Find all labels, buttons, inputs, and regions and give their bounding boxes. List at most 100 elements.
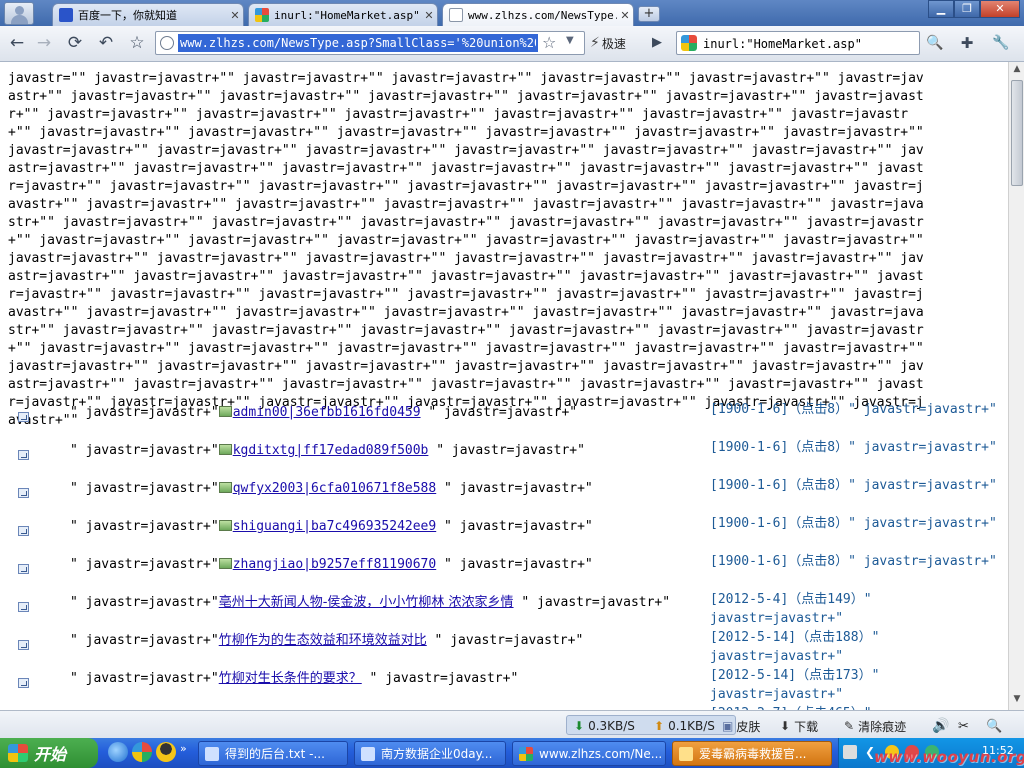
row-date: [2012-5-4]（点击149）" javastr=javastr+" (710, 592, 872, 626)
tab-baidu[interactable]: 百度一下，你就知道 ✕ (52, 3, 244, 26)
skin-button[interactable]: ▣ 皮肤 (722, 717, 760, 735)
tools-icon[interactable]: 🔧 (990, 32, 1012, 54)
back-button[interactable]: ← (6, 32, 28, 54)
address-input[interactable] (178, 34, 538, 52)
javastr-code-block: javastr="" javastr=javastr+"" javastr=ja… (8, 71, 932, 428)
task-browser[interactable]: www.zlhzs.com/Ne... (512, 741, 666, 766)
row-text: " javastr=javastr+"竹柳对生长条件的要求？ " javastr… (70, 670, 690, 688)
download-icon: ⬇ (780, 719, 791, 733)
start-button[interactable]: 开始 (0, 738, 98, 768)
row-date: [2012-5-14]（点击188）" javastr=javastr+" (710, 630, 880, 664)
task-label: 南方数据企业0day... (381, 747, 493, 761)
scroll-up-icon[interactable]: ▲ (1011, 64, 1023, 76)
row-date: [1900-1-6]（点击8）" javastr=javastr+" (710, 402, 997, 417)
image-icon (218, 520, 232, 531)
broom-icon: ✎ (844, 719, 855, 733)
row-text: " javastr=javastr+"亳州十大新闻人物-侯金波，小小竹柳林 浓浓… (70, 594, 690, 612)
play-button[interactable]: ▶ (646, 32, 668, 54)
search-box[interactable] (676, 31, 920, 55)
row-text: " javastr=javastr+" shiguangi|ba7c4969352… (70, 518, 690, 536)
scrollbar-thumb[interactable] (1011, 80, 1023, 186)
skin-icon: ▣ (722, 719, 734, 733)
task-duba-rescue[interactable]: 爱毒霸病毒救援官... (672, 741, 832, 766)
row-date: [1900-1-6]（点击8）" javastr=javastr+" (710, 554, 997, 569)
table-row: " javastr=javastr+" qwfyx2003|6cfa010671f… (0, 478, 1008, 518)
row-suffix: " javastr=javastr+" (361, 671, 519, 686)
zoom-icon[interactable]: 🔍 (986, 717, 1002, 735)
search-engine-icon[interactable] (681, 35, 697, 51)
close-window-button[interactable]: ✕ (980, 0, 1020, 18)
news-link[interactable]: 竹柳作为的生态效益和环境效益对比 (219, 633, 427, 648)
search-input[interactable] (703, 35, 913, 52)
minimize-button[interactable]: ▁ (928, 0, 954, 18)
address-bar[interactable]: ☆ ▼ (155, 31, 585, 55)
task-label: 得到的后台.txt -... (225, 747, 325, 761)
row-suffix: " javastr=javastr+" (426, 633, 584, 648)
table-row: " javastr=javastr+" kgditxtg|ff17edad089f… (0, 440, 1008, 480)
news-link[interactable]: kgditxtg|ff17edad089f500b (233, 443, 429, 458)
qq-icon[interactable] (156, 742, 176, 762)
extensions-icon[interactable]: ✚ (956, 32, 978, 54)
clock[interactable]: 11:52 (982, 744, 1014, 757)
vertical-scrollbar[interactable]: ▲ ▼ (1008, 62, 1024, 710)
download-button[interactable]: ⬇ 下载 (780, 717, 818, 735)
quicklaunch-more-icon[interactable]: » (180, 742, 187, 755)
chevron-down-icon[interactable]: ▼ (566, 35, 574, 46)
tab-close-icon[interactable]: ✕ (421, 9, 437, 22)
download-label: 下载 (794, 719, 819, 734)
bookmark-button[interactable]: ☆ (126, 32, 148, 54)
forward-button[interactable]: → (33, 32, 55, 54)
reload-button[interactable]: ⟳ (64, 32, 86, 54)
task-txt-file[interactable]: 得到的后台.txt -... (198, 741, 348, 766)
ie-icon[interactable] (108, 742, 128, 762)
speed-mode-button[interactable]: ⚡ 极速 (590, 33, 626, 53)
row-text: " javastr=javastr+" zhangjiao|b9257eff811… (70, 556, 690, 574)
restore-button[interactable]: ❐ (954, 0, 980, 18)
news-link[interactable]: shiguangi|ba7c496935242ee9 (233, 519, 437, 534)
tab-google-search[interactable]: inurl:"HomeMarket.asp" - ✕ (248, 3, 438, 26)
table-row: " javastr=javastr+"亳州十大新闻人物-侯金波，小小竹柳林 浓浓… (0, 592, 1008, 632)
arrow-bullet-icon (18, 640, 29, 650)
row-suffix: " javastr=javastr+" (436, 519, 593, 534)
image-icon (218, 558, 232, 569)
row-prefix: " javastr=javastr+" (70, 671, 219, 686)
row-prefix: " javastr=javastr+" (70, 405, 219, 420)
clear-traces-button[interactable]: ✎ 清除痕迹 (844, 717, 906, 735)
duba-icon (679, 746, 693, 761)
tab-label: www.zlhzs.com/NewsType.a (468, 8, 617, 22)
undo-close-button[interactable]: ↶ (95, 32, 117, 54)
screenshot-icon[interactable]: ✂ (958, 717, 969, 735)
new-tab-button[interactable]: + (638, 6, 660, 22)
star-icon[interactable]: ☆ (542, 33, 556, 52)
news-link[interactable]: admin00|36efbb1616fd0459 (233, 405, 421, 420)
google-icon (255, 8, 269, 22)
row-suffix: " javastr=javastr+" (513, 595, 671, 610)
keyboard-icon[interactable] (843, 745, 857, 759)
scroll-down-icon[interactable]: ▼ (1011, 694, 1023, 706)
row-suffix: " javastr=javastr+" (436, 481, 593, 496)
task-southdata-0day[interactable]: 南方数据企业0day... (354, 741, 506, 766)
arrow-bullet-icon (18, 488, 29, 498)
news-link[interactable]: 亳州十大新闻人物-侯金波，小小竹柳林 浓浓家乡情 (219, 595, 514, 610)
tab-close-icon[interactable]: ✕ (227, 9, 243, 22)
row-suffix: " javastr=javastr+" (420, 405, 578, 420)
user-avatar-icon[interactable] (4, 2, 34, 25)
row-prefix: " javastr=javastr+" (70, 443, 219, 458)
arrow-bullet-icon (18, 678, 29, 688)
chrome-icon[interactable] (132, 742, 152, 762)
tab-zlhzs[interactable]: www.zlhzs.com/NewsType.a ✕ (442, 3, 634, 26)
table-row: " javastr=javastr+" admin00|36efbb1616fd0… (0, 402, 1008, 442)
news-link[interactable]: 竹柳对生长条件的要求？ (219, 671, 362, 686)
row-prefix: " javastr=javastr+" (70, 519, 219, 534)
image-icon (218, 482, 232, 493)
row-text: " javastr=javastr+"竹柳作为的生态效益和环境效益对比 " ja… (70, 632, 690, 650)
news-link[interactable]: zhangjiao|b9257eff81190670 (233, 557, 437, 572)
news-link[interactable]: qwfyx2003|6cfa010671f8e588 (233, 481, 437, 496)
table-row: " javastr=javastr+"竹柳对生长条件的要求？ " javastr… (0, 668, 1008, 708)
table-row: " javastr=javastr+"竹柳作为的生态效益和环境效益对比 " ja… (0, 630, 1008, 670)
tab-close-icon[interactable]: ✕ (617, 9, 633, 22)
image-icon (218, 406, 232, 417)
search-icon[interactable]: 🔍 (924, 32, 946, 54)
volume-icon[interactable]: 🔊 (932, 717, 949, 735)
document-icon (361, 746, 375, 761)
